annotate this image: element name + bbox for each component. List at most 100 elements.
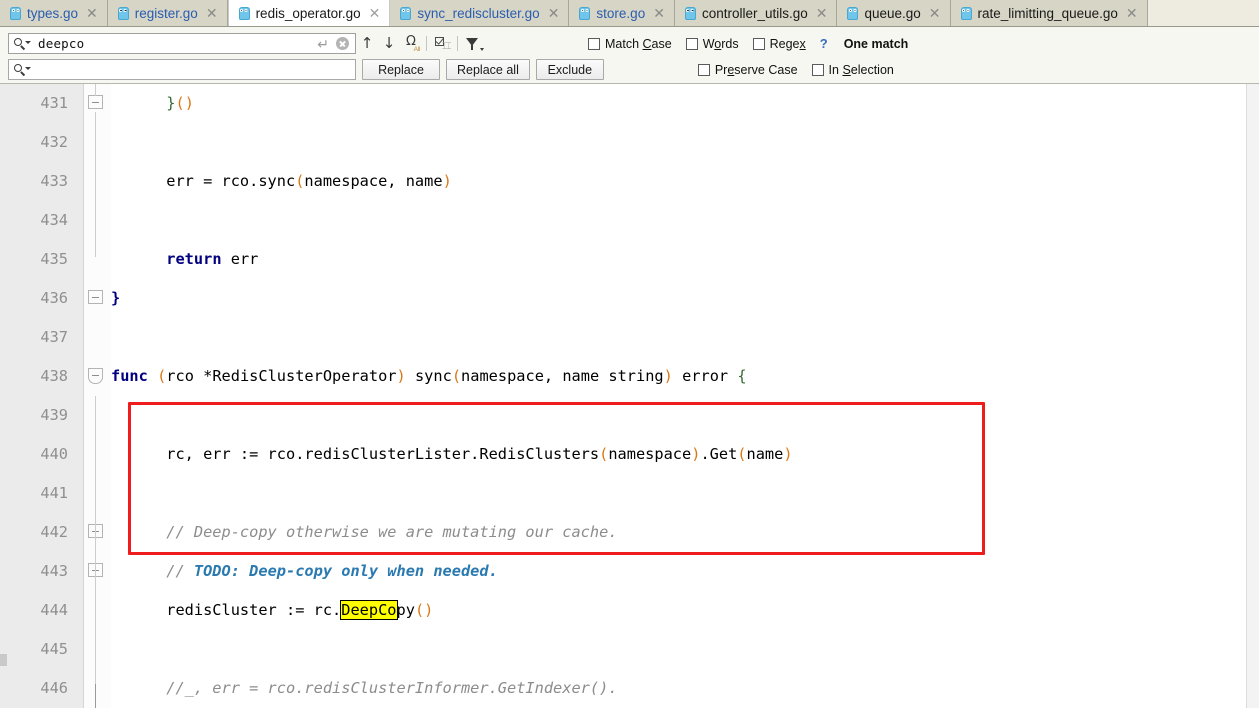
replace-button[interactable]: Replace <box>362 59 440 80</box>
option-match-case[interactable]: Match Case <box>588 37 672 51</box>
in-selection-checkbox[interactable] <box>811 63 824 76</box>
search-input[interactable]: deepco ↵ <box>8 33 356 54</box>
code-line[interactable]: 443 // TODO: Deep-copy only when needed. <box>0 552 1259 591</box>
editor-tab-store-go[interactable]: store.go ✕ <box>569 0 675 26</box>
token-pl: py <box>396 601 415 619</box>
line-number: 431 <box>40 94 68 112</box>
token-pl: err <box>221 250 259 268</box>
editor-tab-types-go[interactable]: types.go ✕ <box>0 0 108 26</box>
token-par: ) <box>783 445 793 463</box>
preserve-case-checkbox[interactable] <box>697 63 710 76</box>
token-pl: namespace, name <box>304 172 443 190</box>
code-line[interactable]: 439 <box>0 396 1259 435</box>
tab-close-icon[interactable]: ✕ <box>369 6 381 20</box>
token-pl: redisCluster := rc. <box>111 601 342 619</box>
in-selection-label: In Selection <box>828 62 894 77</box>
search-input-value: deepco <box>38 36 85 51</box>
token-par: ( <box>451 367 462 385</box>
code-line[interactable]: 435 return err <box>0 240 1259 279</box>
filter-button[interactable] <box>462 33 484 54</box>
replace-all-button[interactable]: Replace all <box>446 59 530 80</box>
line-number: 433 <box>40 172 68 190</box>
enter-icon[interactable]: ↵ <box>317 37 329 51</box>
editor-tab-rate_limitting_queue-go[interactable]: rate_limitting_queue.go ✕ <box>950 0 1148 26</box>
match-count-label: One match <box>843 36 909 51</box>
option-preserve-case[interactable]: Preserve Case <box>697 63 798 77</box>
gutter-change-marker <box>0 654 7 666</box>
editor-tab-controller_utils-go[interactable]: controller_utils.go ✕ <box>674 0 838 26</box>
code-text: redisCluster := rc.DeepCopy() <box>111 591 433 630</box>
code-text: func (rco *RedisClusterOperator) sync(na… <box>111 357 747 396</box>
words-checkbox[interactable] <box>685 37 698 50</box>
token-todo: TODO: Deep-copy only when needed. <box>193 562 498 580</box>
token-kw: func <box>111 367 148 385</box>
code-line[interactable]: 445 <box>0 630 1259 669</box>
match-case-checkbox[interactable] <box>588 37 600 50</box>
token-cmt: // Deep-copy otherwise we are mutating o… <box>111 523 618 541</box>
editor-tab-queue-go[interactable]: queue.go ✕ <box>837 0 951 26</box>
code-line[interactable]: 432 <box>0 123 1259 162</box>
token-kw: } <box>111 289 121 307</box>
code-line[interactable]: 438 func (rco *RedisClusterOperator) sync… <box>0 357 1259 396</box>
line-number: 432 <box>40 133 68 151</box>
tab-close-icon[interactable]: ✕ <box>929 6 941 20</box>
line-number: 443 <box>40 562 68 580</box>
code-text: //_, err = rco.redisClusterInformer.GetI… <box>111 669 617 708</box>
code-line[interactable]: 433 err = rco.sync(namespace, name) <box>0 162 1259 201</box>
code-line[interactable]: 437 <box>0 318 1259 357</box>
code-line[interactable]: 441 <box>0 474 1259 513</box>
code-editor[interactable]: 431 }() 432 433 err = rco.sync(namespace, … <box>0 84 1259 708</box>
token-hit: DeepCo <box>340 600 398 620</box>
code-line[interactable]: 436} <box>0 279 1259 318</box>
editor-tab-sync_rediscluster-go[interactable]: sync_rediscluster.go ✕ <box>390 0 570 26</box>
token-brace: { <box>737 367 747 385</box>
code-line[interactable]: 434 <box>0 201 1259 240</box>
line-number: 435 <box>40 250 68 268</box>
search-icon <box>14 37 31 51</box>
exclude-button[interactable]: Exclude <box>535 59 604 80</box>
token-pl: error <box>672 367 738 385</box>
select-all-occurrences-button[interactable]: Ω All <box>400 33 422 54</box>
go-file-icon <box>10 6 21 20</box>
marker-scrollbar-strip[interactable] <box>1246 84 1259 708</box>
checkbox-cursor-icon: ⌶⌶ <box>434 34 451 51</box>
fold-marker-icon[interactable] <box>88 524 105 541</box>
find-previous-button[interactable]: ↑ <box>356 33 378 54</box>
tab-close-icon[interactable]: ✕ <box>86 6 98 20</box>
match-case-label: Match Case <box>605 36 672 51</box>
token-pl: sync <box>405 367 452 385</box>
words-label: Words <box>702 36 739 51</box>
tab-close-icon[interactable]: ✕ <box>1126 6 1138 20</box>
tab-close-icon[interactable]: ✕ <box>206 6 218 20</box>
regex-label: Regex <box>769 36 806 51</box>
editor-tab-redis_operator-go[interactable]: redis_operator.go ✕ <box>227 0 391 26</box>
code-line[interactable]: 442 // Deep-copy otherwise we are mutati… <box>0 513 1259 552</box>
replace-input[interactable] <box>8 59 356 80</box>
line-number: 442 <box>40 523 68 541</box>
add-selection-icon[interactable]: ⌶⌶ <box>431 33 453 54</box>
clear-search-icon[interactable] <box>336 37 349 50</box>
option-in-selection[interactable]: In Selection <box>811 62 894 77</box>
find-next-button[interactable]: ↓ <box>378 33 400 54</box>
tab-close-icon[interactable]: ✕ <box>816 6 828 20</box>
code-text: }() <box>111 84 194 123</box>
editor-tab-register-go[interactable]: register.go ✕ <box>107 0 228 26</box>
fold-marker-icon[interactable] <box>88 290 105 307</box>
tab-close-icon[interactable]: ✕ <box>653 6 665 20</box>
code-line[interactable]: 440 rc, err := rco.redisClusterLister.Re… <box>0 435 1259 474</box>
fold-marker-icon[interactable] <box>88 368 105 385</box>
regex-checkbox[interactable] <box>752 37 765 50</box>
code-content[interactable]: 431 }() 432 433 err = rco.sync(namespace, … <box>0 84 1259 708</box>
regex-help-icon[interactable]: ? <box>820 36 828 51</box>
token-pl: name <box>746 445 784 463</box>
option-regex[interactable]: Regex <box>752 36 806 51</box>
code-line[interactable]: 446 //_, err = rco.redisClusterInformer.… <box>0 669 1259 708</box>
go-file-icon <box>400 6 412 20</box>
fold-marker-icon[interactable] <box>88 563 105 580</box>
code-line[interactable]: 431 }() <box>0 84 1259 123</box>
option-words[interactable]: Words <box>685 36 739 51</box>
fold-marker-icon[interactable] <box>88 95 105 112</box>
tab-close-icon[interactable]: ✕ <box>548 6 560 20</box>
code-line[interactable]: 444 redisCluster := rc.DeepCopy() <box>0 591 1259 630</box>
